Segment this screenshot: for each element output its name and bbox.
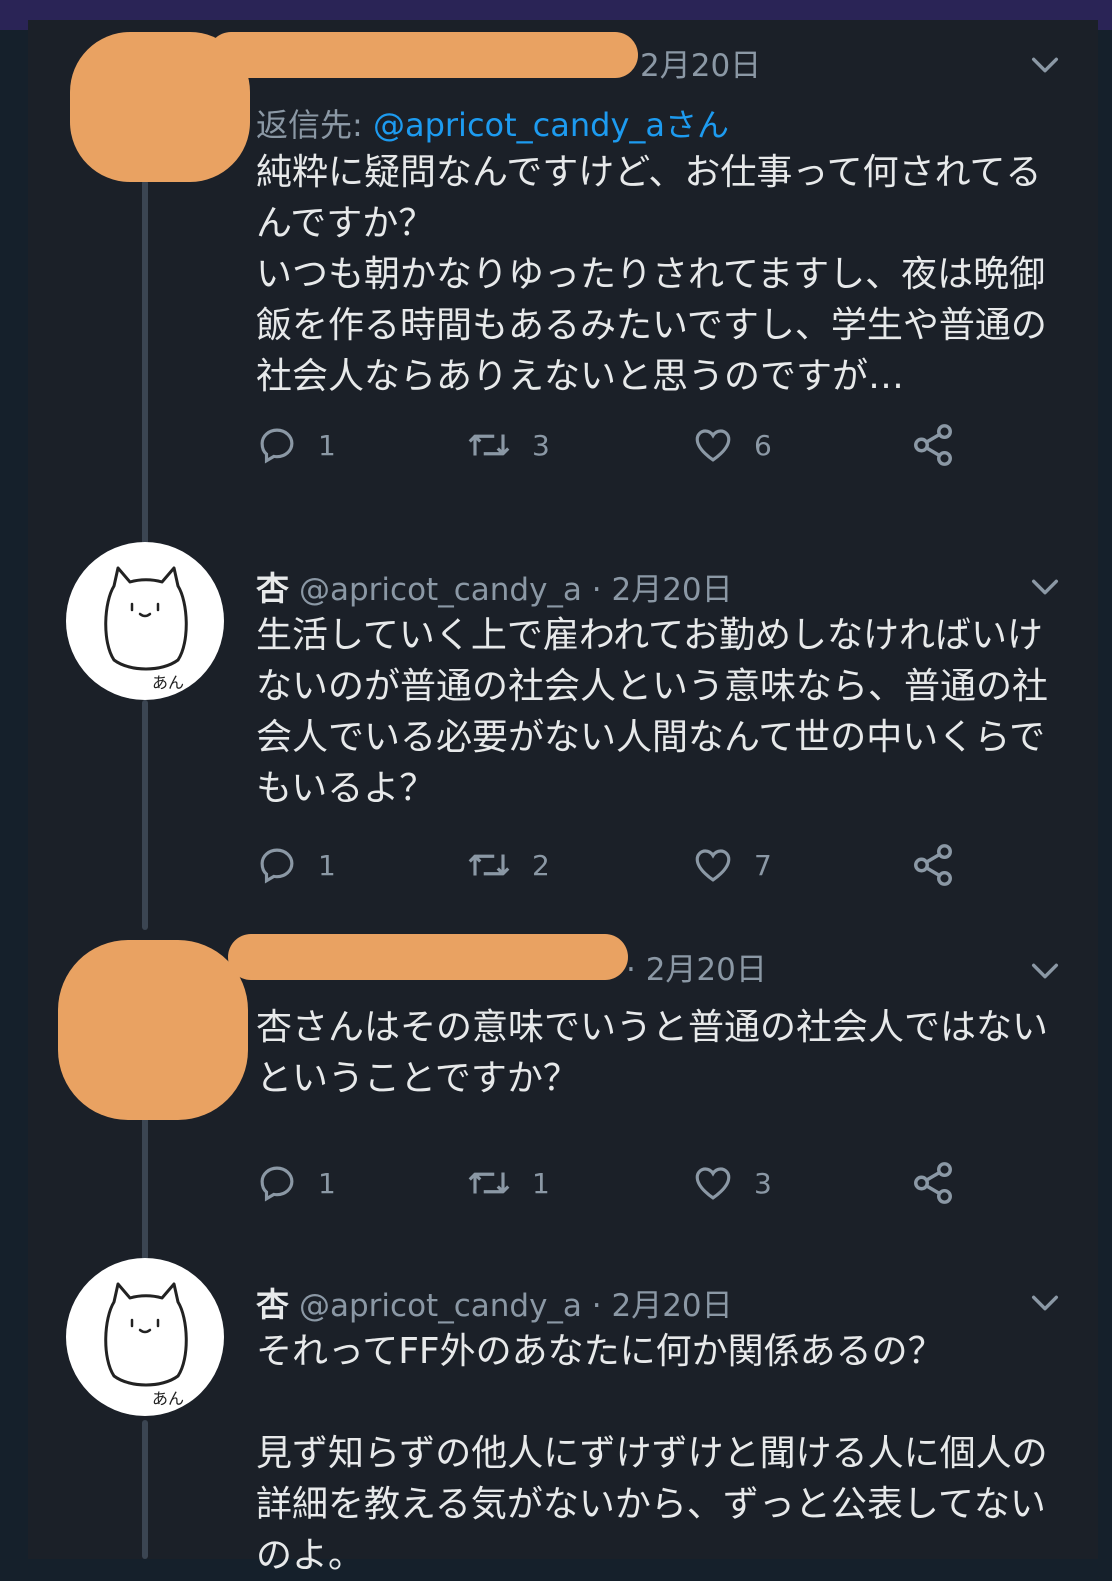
display-name[interactable]: 杏: [256, 569, 289, 608]
tweet-date[interactable]: · 2月20日: [592, 572, 733, 608]
tweet-actions: 1 3 6: [256, 420, 1016, 470]
redacted-username: [208, 32, 638, 78]
tweet-date[interactable]: · 2月20日: [592, 1288, 733, 1324]
cat-avatar-icon: あん: [104, 566, 188, 692]
heart-icon: [695, 1167, 731, 1200]
tweet-actions: 1 1 3: [256, 1158, 1016, 1208]
reply-count: 1: [318, 848, 336, 882]
reply-count: 1: [318, 1166, 336, 1200]
tweet-date[interactable]: · 2月20日: [626, 952, 767, 988]
retweet-icon: [468, 854, 510, 876]
share-button[interactable]: [910, 840, 976, 890]
share-icon: [914, 844, 952, 886]
tweet-thread: 2月20日 返信先: @apricot_candy_aさん 純粋に疑問なんですけ…: [28, 20, 1098, 1576]
retweet-icon: [468, 434, 510, 456]
tweet-text: 純粋に疑問なんですけど、お仕事って何されてるんですか？ いつも朝かなりゆったりさ…: [256, 152, 1047, 397]
tweet-header: 杏 @apricot_candy_a · 2月20日: [256, 562, 733, 610]
svg-text:あん: あん: [152, 1389, 184, 1408]
redacted-avatar: [58, 940, 248, 1120]
tweet-actions: 1 2 7: [256, 840, 1016, 890]
user-handle[interactable]: @apricot_candy_a: [299, 1288, 582, 1324]
like-count: 3: [754, 1166, 772, 1200]
tweet[interactable]: 2月20日 返信先: @apricot_candy_aさん 純粋に疑問なんですけ…: [28, 20, 1098, 520]
chevron-down-icon[interactable]: [1028, 954, 1062, 988]
retweet-count: 1: [532, 1166, 550, 1200]
retweet-icon: [468, 1172, 510, 1194]
share-button[interactable]: [910, 1158, 976, 1208]
share-icon: [914, 424, 952, 466]
chevron-down-icon[interactable]: [1028, 48, 1062, 82]
cat-avatar-icon: あん: [104, 1282, 188, 1408]
redacted-username: [228, 934, 628, 980]
tweet-text: 生活していく上で雇われてお勤めしなければいけないのが普通の社会人という意味なら、…: [256, 615, 1049, 809]
reply-icon: [260, 428, 294, 464]
reply-icon: [260, 1166, 294, 1202]
display-name[interactable]: 杏: [256, 1285, 289, 1324]
avatar[interactable]: あん: [66, 542, 224, 700]
share-icon: [914, 1162, 952, 1204]
reply-to: 返信先: @apricot_candy_aさん: [256, 100, 729, 146]
user-handle[interactable]: @apricot_candy_a: [299, 572, 582, 608]
tweet[interactable]: あん 杏 @apricot_candy_a · 2月20日 生活していく上で雇われ…: [28, 540, 1098, 920]
retweet-button[interactable]: 1: [466, 1158, 550, 1208]
reply-mention-link[interactable]: @apricot_candy_aさん: [373, 106, 729, 144]
tweet-date[interactable]: 2月20日: [640, 48, 761, 84]
retweet-count: 3: [532, 428, 550, 462]
reply-button[interactable]: 1: [256, 840, 336, 890]
chevron-down-icon[interactable]: [1028, 1286, 1062, 1320]
like-button[interactable]: 7: [692, 840, 772, 890]
chevron-down-icon[interactable]: [1028, 570, 1062, 604]
like-button[interactable]: 6: [692, 420, 772, 470]
heart-icon: [695, 429, 731, 462]
retweet-button[interactable]: 3: [466, 420, 550, 470]
tweet-header: 杏 @apricot_candy_a · 2月20日: [256, 1278, 733, 1326]
retweet-count: 2: [532, 848, 550, 882]
tweet[interactable]: · 2月20日 杏さんはその意味でいうと普通の社会人ではないということですか？ …: [28, 930, 1098, 1230]
like-button[interactable]: 3: [692, 1158, 772, 1208]
tweet[interactable]: あん 杏 @apricot_candy_a · 2月20日 それってFF外のあなた…: [28, 1256, 1098, 1576]
tweet-text: 杏さんはその意味でいうと普通の社会人ではないということですか？: [256, 1007, 1049, 1099]
share-button[interactable]: [910, 420, 976, 470]
reply-button[interactable]: 1: [256, 1158, 336, 1208]
reply-count: 1: [318, 428, 336, 462]
like-count: 7: [754, 848, 772, 882]
retweet-button[interactable]: 2: [466, 840, 550, 890]
tweet-text: それってFF外のあなたに何か関係あるの？ 見ず知らずの他人にずけずけと聞ける人に…: [256, 1331, 1048, 1576]
avatar[interactable]: あん: [66, 1258, 224, 1416]
tweet-header: · 2月20日: [626, 944, 767, 989]
svg-text:あん: あん: [152, 673, 184, 692]
like-count: 6: [754, 428, 772, 462]
heart-icon: [695, 849, 731, 882]
tweet-header: 2月20日: [640, 40, 761, 85]
reply-to-label: 返信先:: [256, 106, 373, 144]
reply-button[interactable]: 1: [256, 420, 336, 470]
reply-icon: [260, 848, 294, 884]
